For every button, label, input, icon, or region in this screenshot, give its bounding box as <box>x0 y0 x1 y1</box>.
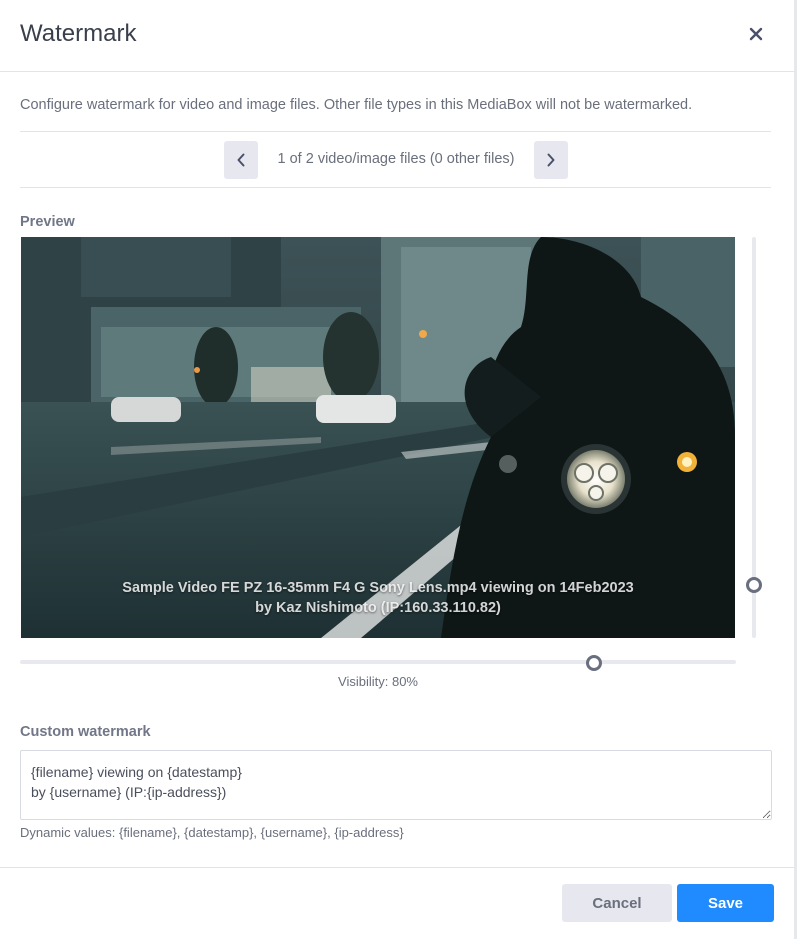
previous-file-button[interactable] <box>224 141 258 179</box>
save-button[interactable]: Save <box>677 884 774 922</box>
preview-label: Preview <box>20 214 75 230</box>
chevron-left-icon <box>237 153 245 167</box>
dialog-header: Watermark <box>0 0 794 72</box>
next-file-button[interactable] <box>534 141 568 179</box>
visibility-slider-track[interactable] <box>20 660 736 664</box>
custom-watermark-input[interactable] <box>20 750 772 820</box>
chevron-right-icon <box>547 153 555 167</box>
divider <box>20 131 771 132</box>
watermark-dialog: Watermark Configure watermark for video … <box>0 0 797 939</box>
watermark-line-1: Sample Video FE PZ 16-35mm F4 G Sony Len… <box>122 580 634 596</box>
cancel-button[interactable]: Cancel <box>562 884 672 922</box>
custom-watermark-label: Custom watermark <box>20 724 151 740</box>
dialog-description: Configure watermark for video and image … <box>20 97 693 113</box>
watermark-overlay-text: Sample Video FE PZ 16-35mm F4 G Sony Len… <box>21 578 735 618</box>
dialog-title: Watermark <box>20 20 137 47</box>
close-button[interactable] <box>744 22 768 46</box>
preview-image: Sample Video FE PZ 16-35mm F4 G Sony Len… <box>21 237 735 638</box>
file-counter: 1 of 2 video/image files (0 other files) <box>277 151 515 167</box>
divider <box>20 187 771 188</box>
watermark-line-2: by Kaz Nishimoto (IP:160.33.110.82) <box>255 600 501 616</box>
dynamic-values-hint: Dynamic values: {filename}, {datestamp},… <box>20 825 404 840</box>
close-icon <box>749 27 763 41</box>
visibility-label: Visibility: 80% <box>338 674 418 689</box>
visibility-slider-handle[interactable] <box>586 655 602 671</box>
dialog-footer <box>0 867 794 939</box>
position-slider-handle[interactable] <box>746 577 762 593</box>
